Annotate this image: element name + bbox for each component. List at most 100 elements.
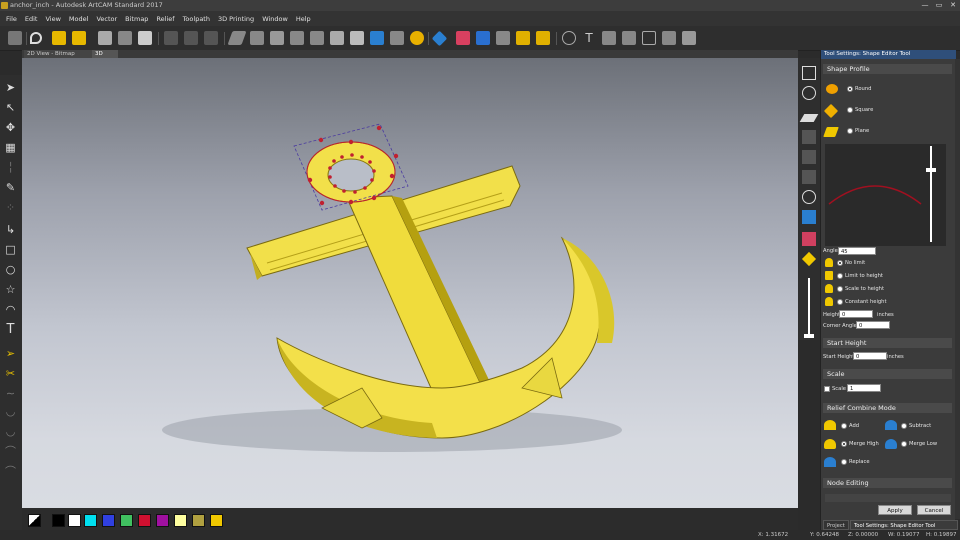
transform-icon[interactable]: ✥	[4, 121, 17, 134]
relief-shape-icon[interactable]	[390, 31, 404, 45]
render-icon[interactable]	[682, 31, 696, 45]
cube-view-icon[interactable]	[802, 66, 816, 80]
engrave-icon[interactable]	[602, 31, 616, 45]
box-icon[interactable]	[642, 31, 656, 45]
eyedropper-icon[interactable]: ⁘	[4, 201, 17, 214]
constant-height-radio[interactable]	[837, 299, 843, 305]
menu-relief[interactable]: Relief	[156, 15, 174, 23]
folder-icon[interactable]	[72, 31, 86, 45]
save-icon[interactable]	[98, 31, 112, 45]
star-icon[interactable]: ☆	[4, 283, 17, 296]
undo-icon[interactable]	[30, 32, 42, 44]
relief-layer-icon[interactable]	[350, 31, 364, 45]
stack-icon[interactable]	[622, 31, 636, 45]
relief-stack-icon[interactable]	[330, 31, 344, 45]
drop-icon[interactable]	[410, 31, 424, 45]
round-radio[interactable]	[847, 86, 853, 92]
scale-height-radio[interactable]	[837, 286, 843, 292]
height-input[interactable]: 0	[839, 310, 873, 318]
menu-model[interactable]: Model	[69, 15, 89, 23]
ellipse-icon[interactable]: ○	[4, 263, 17, 276]
new-file-icon[interactable]	[8, 31, 22, 45]
cancel-button[interactable]: Cancel	[917, 505, 951, 515]
menu-edit[interactable]: Edit	[25, 15, 38, 23]
polyline-icon[interactable]: ↳	[4, 223, 17, 236]
color-swatch-current[interactable]	[28, 514, 41, 527]
tab-2d-view[interactable]: 2D View - Bitmap Layer	[24, 50, 92, 65]
menu-bitmap[interactable]: Bitmap	[125, 15, 148, 23]
scale-checkbox[interactable]	[824, 386, 830, 392]
add-radio[interactable]	[841, 423, 847, 429]
stack-view-icon[interactable]	[802, 170, 816, 184]
3d-viewport[interactable]	[22, 58, 798, 508]
maximize-button[interactable]: ▭	[932, 0, 946, 11]
subtract-radio[interactable]	[901, 423, 907, 429]
import-icon[interactable]	[118, 31, 132, 45]
color-swatch-purple[interactable]	[156, 514, 169, 527]
tab-tool-settings[interactable]: Tool Settings: Shape Editor Tool	[850, 520, 958, 530]
relief-blue-icon[interactable]	[370, 31, 384, 45]
color-swatch-blue[interactable]	[102, 514, 115, 527]
replace-radio[interactable]	[841, 459, 847, 465]
rectangle-icon[interactable]: □	[4, 243, 17, 256]
limit-height-radio[interactable]	[837, 273, 843, 279]
merge-low-radio[interactable]	[901, 441, 907, 447]
measure-icon[interactable]	[562, 31, 576, 45]
menu-toolpath[interactable]: Toolpath	[183, 15, 210, 23]
panel-scrollbar[interactable]	[955, 59, 960, 519]
mirror-icon[interactable]	[204, 31, 218, 45]
tab-3d-view[interactable]: 3D View	[92, 50, 118, 65]
curve-icon[interactable]: ⌒	[4, 445, 17, 458]
trim-icon[interactable]: ➢	[4, 347, 17, 360]
smooth-icon[interactable]	[536, 31, 550, 45]
node-edit-icon[interactable]: ↖	[4, 101, 17, 114]
relief-plane-icon[interactable]	[310, 31, 324, 45]
plane-icon[interactable]	[799, 114, 819, 122]
transform-icon[interactable]	[184, 31, 198, 45]
color-swatch-black[interactable]	[52, 514, 65, 527]
blue-relief-icon[interactable]	[802, 210, 816, 224]
eraser-icon[interactable]	[456, 31, 470, 45]
shape-editor-icon[interactable]	[431, 30, 448, 47]
color-swatch-white[interactable]	[68, 514, 81, 527]
menu-view[interactable]: View	[45, 15, 60, 23]
undo-arc-icon[interactable]: ◡	[4, 405, 17, 418]
color-swatch-yellow[interactable]	[210, 514, 223, 527]
relief-angle-icon[interactable]	[290, 31, 304, 45]
sweep-icon[interactable]	[496, 31, 510, 45]
start-height-header[interactable]: Start Height	[823, 338, 952, 348]
no-limit-radio[interactable]	[837, 260, 843, 266]
color-swatch-olive[interactable]	[192, 514, 205, 527]
relief-dome-icon[interactable]	[250, 31, 264, 45]
menu-vector[interactable]: Vector	[96, 15, 117, 23]
export-icon[interactable]	[662, 31, 676, 45]
align-icon[interactable]	[164, 31, 178, 45]
relief-slider-track[interactable]	[808, 278, 810, 336]
ruler-icon[interactable]: ╎	[4, 161, 17, 174]
node-editing-header[interactable]: Node Editing	[823, 478, 952, 488]
offset-icon[interactable]: ⌒	[4, 465, 17, 478]
color-swatch-light-yellow[interactable]	[174, 514, 187, 527]
text-icon[interactable]: T	[4, 323, 17, 336]
scale-input[interactable]: 1	[847, 384, 881, 392]
circle-link-icon[interactable]	[802, 190, 816, 204]
relief-combine-header[interactable]: Relief Combine Mode	[823, 403, 952, 413]
color-swatch-green[interactable]	[120, 514, 133, 527]
open-folder-icon[interactable]	[52, 31, 66, 45]
close-button[interactable]: ✕	[946, 0, 960, 11]
fill-icon[interactable]: ✂	[4, 367, 17, 380]
redo-arc-icon[interactable]: ◡	[4, 425, 17, 438]
color-swatch-red[interactable]	[138, 514, 151, 527]
brush-icon[interactable]: ✎	[4, 181, 17, 194]
red-relief-icon[interactable]	[802, 232, 816, 246]
color-swatch-cyan[interactable]	[84, 514, 97, 527]
plane-radio[interactable]	[847, 128, 853, 134]
scale-header[interactable]: Scale	[823, 369, 952, 379]
tab-project[interactable]: Project	[823, 520, 849, 530]
text-tool-icon[interactable]: T	[582, 31, 596, 45]
apply-button[interactable]: Apply	[878, 505, 912, 515]
shape-profile-header[interactable]: Shape Profile	[823, 64, 952, 74]
add-icon[interactable]	[138, 31, 152, 45]
square-radio[interactable]	[847, 107, 853, 113]
select-arrow-icon[interactable]: ➤	[4, 81, 17, 94]
